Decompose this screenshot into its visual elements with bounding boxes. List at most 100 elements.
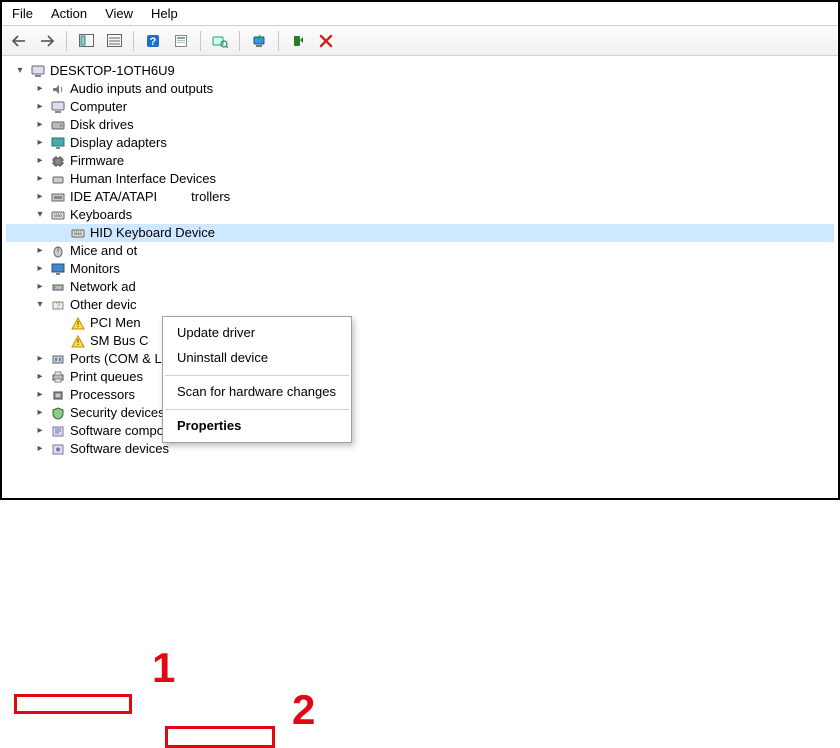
context-menu-uninstall[interactable]: Uninstall device [163,346,351,371]
cpu-icon [50,387,66,403]
chevron-right-icon: ▸ [34,245,46,257]
show-hide-tree-button[interactable] [75,30,97,52]
display-icon [50,135,66,151]
disk-icon [50,117,66,133]
context-menu-update-driver[interactable]: Update driver [163,321,351,346]
software-icon [50,423,66,439]
tree-item-keyboards[interactable]: ▾ Keyboards [6,206,834,224]
printer-icon [50,369,66,385]
chevron-right-icon: ▸ [34,353,46,365]
toolbar-separator [133,31,134,51]
chevron-right-icon: ▸ [34,281,46,293]
chevron-right-icon: ▸ [34,137,46,149]
tree-item-softcomp[interactable]: ▸ Software components [6,422,834,440]
tree-item-other[interactable]: ▾ ? Other devic [6,296,834,314]
tree-item-pci-memory[interactable]: ! PCI Men [6,314,834,332]
tree-item-security[interactable]: ▸ Security devices [6,404,834,422]
menu-separator [165,409,349,410]
software-icon [50,441,66,457]
tree-item-label: Print queues [70,368,143,387]
svg-text:?: ? [56,301,61,310]
tree-item-mice[interactable]: ▸ Mice and ot [6,242,834,260]
context-menu: Update driver Uninstall device Scan for … [162,316,352,443]
port-icon [50,351,66,367]
chip-icon [50,153,66,169]
tree-item-smbus[interactable]: ! SM Bus C [6,332,834,350]
forward-button[interactable] [36,30,58,52]
chevron-none [54,335,66,347]
help-button[interactable]: ? [142,30,164,52]
tree-item-printqueues[interactable]: ▸ Print queues [6,368,834,386]
tree-item-processors[interactable]: ▸ Processors [6,386,834,404]
ide-icon [50,189,66,205]
chevron-right-icon: ▸ [34,389,46,401]
menu-view[interactable]: View [105,6,133,21]
tree-item-ports[interactable]: ▸ Ports (COM & LPT) [6,350,834,368]
tree-item-softdev[interactable]: ▸ Software devices [6,440,834,458]
chevron-down-icon: ▾ [34,209,46,221]
properties-button[interactable] [170,30,192,52]
chevron-right-icon: ▸ [34,173,46,185]
chevron-down-icon: ▾ [34,299,46,311]
chevron-right-icon: ▸ [34,425,46,437]
scan-hardware-button[interactable] [209,30,231,52]
menu-file[interactable]: File [12,6,33,21]
warning-icon: ! [70,333,86,349]
tree-item-label: Computer [70,98,127,117]
svg-text:!: ! [77,338,79,347]
monitor-icon [50,261,66,277]
tree-item-label: Disk drives [70,116,134,135]
keyboard-icon [70,225,86,241]
tree-item-label: Display adapters [70,134,167,153]
details-view-button[interactable] [103,30,125,52]
tree-item-label: Mice and ot [70,242,137,261]
chevron-right-icon: ▸ [34,263,46,275]
tree-root[interactable]: ▾ DESKTOP-1OTH6U9 [6,62,834,80]
tree-item-label: Other devic [70,296,136,315]
chevron-none [54,227,66,239]
mouse-icon [50,243,66,259]
chevron-right-icon: ▸ [34,119,46,131]
chevron-right-icon: ▸ [34,191,46,203]
tree-item-network[interactable]: ▸ Network ad [6,278,834,296]
annotation-box-keyboards [14,694,132,714]
tree-item-label: HID Keyboard Device [90,224,215,243]
computer-icon [50,99,66,115]
tree-item-hid-keyboard[interactable]: HID Keyboard Device [6,224,834,242]
enable-device-button[interactable] [287,30,309,52]
tree-item-computer[interactable]: ▸ Computer [6,98,834,116]
tree-item-label: Network ad [70,278,136,297]
uninstall-device-button[interactable] [315,30,337,52]
menu-action[interactable]: Action [51,6,87,21]
tree-item-label: Monitors [70,260,120,279]
chevron-right-icon: ▸ [34,443,46,455]
chevron-right-icon: ▸ [34,407,46,419]
chevron-right-icon: ▸ [34,83,46,95]
tree-item-hid[interactable]: ▸ Human Interface Devices [6,170,834,188]
menu-help[interactable]: Help [151,6,178,21]
back-button[interactable] [8,30,30,52]
tree-item-label: Processors [70,386,135,405]
computer-icon [30,63,46,79]
tree-item-ide[interactable]: ▸ IDE ATA/ATAPI trollers [6,188,834,206]
tree-item-disk[interactable]: ▸ Disk drives [6,116,834,134]
tree-item-label: PCI Men [90,314,141,333]
shield-icon [50,405,66,421]
update-driver-button[interactable] [248,30,270,52]
tree-item-label-suffix: trollers [191,188,230,207]
tree-item-label: Firmware [70,152,124,171]
tree-item-label: Keyboards [70,206,132,225]
tree-item-display[interactable]: ▸ Display adapters [6,134,834,152]
tree-item-label: IDE ATA/ATAPI [70,188,157,207]
context-menu-properties[interactable]: Properties [163,414,351,439]
chevron-right-icon: ▸ [34,101,46,113]
annotation-number-1: 1 [152,644,175,692]
chevron-right-icon: ▸ [34,155,46,167]
tree-item-firmware[interactable]: ▸ Firmware [6,152,834,170]
menu-bar: File Action View Help [2,2,838,26]
tree-item-monitors[interactable]: ▸ Monitors [6,260,834,278]
tree-item-audio[interactable]: ▸ Audio inputs and outputs [6,80,834,98]
context-menu-scan[interactable]: Scan for hardware changes [163,380,351,405]
tree-item-label: Human Interface Devices [70,170,216,189]
annotation-number-2: 2 [292,686,315,734]
